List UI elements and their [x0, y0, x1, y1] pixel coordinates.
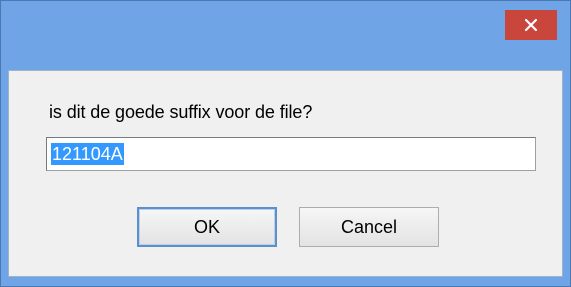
- close-icon: [524, 18, 538, 32]
- suffix-input-value[interactable]: 121104A: [51, 143, 124, 165]
- cancel-button[interactable]: Cancel: [299, 207, 439, 247]
- suffix-input[interactable]: 121104A: [46, 137, 536, 171]
- close-button[interactable]: [505, 10, 557, 40]
- ok-button[interactable]: OK: [137, 207, 277, 247]
- dialog-window: is dit de goede suffix voor de file? 121…: [0, 0, 571, 287]
- prompt-label: is dit de goede suffix voor de file?: [49, 102, 313, 122]
- dialog-body: is dit de goede suffix voor de file? 121…: [8, 70, 563, 277]
